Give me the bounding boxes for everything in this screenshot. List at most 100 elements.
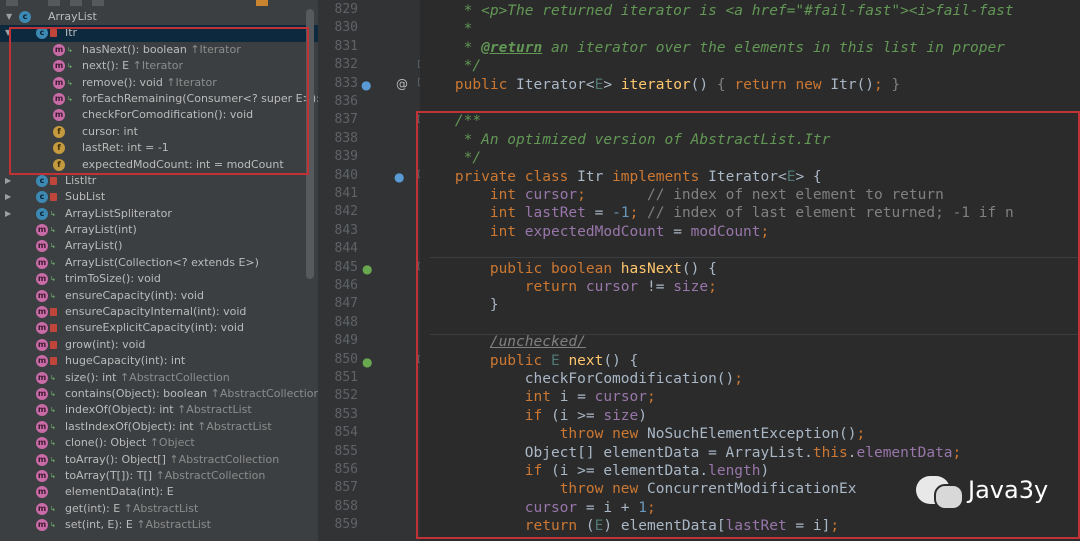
code-line[interactable]: * <p>The returned iterator is <a href="#… — [420, 2, 1014, 20]
collapse-arrow-icon[interactable]: ▼ — [6, 9, 16, 25]
tree-item[interactable]: m elementData(int): E — [0, 484, 318, 500]
tree-item[interactable]: m ↳ trimToSize(): void — [0, 271, 318, 287]
code-line[interactable]: * An optimized version of AbstractList.I… — [420, 131, 831, 149]
code-line[interactable]: } — [420, 296, 499, 314]
class-icon: c — [36, 174, 48, 187]
structure-panel: ▼ c ArrayList ▼ c Itr m ↳ hasNext(): boolean … — [0, 0, 318, 541]
tree-item[interactable]: m ↳ indexOf(Object): int ↑AbstractList — [0, 402, 318, 418]
code-line[interactable]: if (i >= size) — [420, 407, 647, 425]
code-line[interactable]: private class Itr implements Iterator<E>… — [420, 168, 822, 186]
tree-item-label: expectedModCount: int = modCount — [82, 157, 284, 171]
expand-arrow-icon[interactable]: ▶ — [5, 189, 15, 205]
code-line[interactable]: throw new ConcurrentModificationEx — [420, 480, 857, 498]
code-line[interactable]: /** — [420, 112, 481, 130]
tree-item[interactable]: f expectedModCount: int = modCount — [0, 157, 318, 173]
tree-item[interactable]: m ensureCapacityInternal(int): void — [0, 304, 318, 320]
overrides-marker-icon[interactable]: ● — [362, 355, 372, 369]
tree-item[interactable]: m checkForComodification(): void — [0, 107, 318, 123]
method-icon: m — [36, 486, 48, 499]
annotation-icon[interactable]: @ — [396, 77, 408, 91]
public-icon: ↳ — [50, 504, 56, 513]
show-inherited-icon[interactable] — [48, 0, 60, 6]
tree-item[interactable]: m ↳ ArrayList(int) — [0, 222, 318, 238]
code-line[interactable]: public E next() { — [420, 352, 638, 370]
code-line[interactable]: public Iterator<E> iterator() { return n… — [420, 76, 900, 94]
code-line[interactable]: int lastRet = -1; // index of last eleme… — [420, 204, 1014, 222]
show-fields-icon[interactable] — [70, 0, 82, 6]
public-icon: ↳ — [50, 258, 56, 267]
sort-icon[interactable] — [6, 0, 18, 6]
tree-item[interactable]: m ↳ clone(): Object ↑Object — [0, 435, 318, 451]
method-icon: m — [53, 43, 65, 56]
line-number: 846 — [334, 278, 358, 293]
autoscroll-icon[interactable] — [256, 0, 268, 6]
public-icon: ↳ — [50, 275, 56, 284]
line-number: 847 — [334, 296, 358, 312]
code-line[interactable]: Object[] elementData = ArrayList.this.el… — [420, 444, 962, 462]
private-lock-icon — [50, 176, 57, 185]
code-line[interactable]: cursor = i + 1; — [420, 499, 656, 517]
code-line[interactable]: */ — [420, 149, 481, 167]
line-number: 850 — [334, 351, 358, 367]
tree-item[interactable]: m↳ forEachRemaining(Consumer<? super E>):… — [0, 91, 318, 107]
tree-item-label: ArrayListSpliterator — [65, 206, 172, 220]
method-icon: m — [36, 404, 48, 417]
code-line[interactable]: if (i >= elementData.length) — [420, 462, 769, 480]
tree-item[interactable]: m ↳ ArrayList(Collection<? extends E>) — [0, 255, 318, 271]
code-line[interactable]: checkForComodification(); — [420, 370, 743, 388]
code-line[interactable]: int cursor; // index of next element to … — [420, 186, 944, 204]
code-line[interactable]: * — [420, 20, 473, 38]
tree-item[interactable]: m ↳ toArray(): Object[] ↑AbstractCollectio… — [0, 452, 318, 468]
tree-item[interactable]: m ensureExplicitCapacity(int): void — [0, 320, 318, 336]
expand-arrow-icon[interactable]: ▶ — [5, 206, 15, 222]
tree-item[interactable]: m ↳ hasNext(): boolean ↑Iterator — [0, 42, 318, 58]
code-line[interactable]: int i = cursor; — [420, 388, 656, 406]
method-icon: m — [36, 387, 48, 400]
tree-item[interactable]: m ↳ get(int): E ↑AbstractList — [0, 501, 318, 517]
code-line[interactable]: */ — [420, 57, 481, 75]
overrides-marker-icon[interactable]: ● — [362, 262, 372, 276]
tree-item[interactable]: m ↳ toArray(T[]): T[] ↑AbstractCollection — [0, 468, 318, 484]
tree-item[interactable]: ▼ c Itr — [0, 25, 318, 42]
tree-item[interactable]: ▶ c ↳ ArrayListSpliterator — [0, 206, 318, 222]
show-nonpublic-icon[interactable] — [92, 0, 104, 6]
tree-item[interactable]: m grow(int): void — [0, 337, 318, 353]
code-line[interactable]: * @return an iterator over the elements … — [420, 39, 1005, 57]
line-number: 849 — [334, 333, 358, 349]
code-line[interactable]: return cursor != size; — [420, 278, 717, 296]
tree-item-label: contains(Object): boolean ↑AbstractColle… — [65, 386, 318, 400]
structure-scrollbar[interactable] — [306, 9, 314, 279]
tree-item[interactable]: m ↳ ArrayList() — [0, 238, 318, 254]
tree-item-label: size(): int ↑AbstractCollection — [65, 370, 230, 384]
code-line[interactable]: /unchecked/ — [420, 333, 586, 351]
tree-item[interactable]: ▶ c SubList — [0, 189, 318, 205]
code-line[interactable]: return (E) elementData[lastRet = i]; — [420, 517, 839, 535]
tree-item[interactable]: m ↳ size(): int ↑AbstractCollection — [0, 370, 318, 386]
tree-item[interactable]: f lastRet: int = -1 — [0, 140, 318, 156]
code-editor[interactable]: * <p>The returned iterator is <a href="#… — [420, 0, 1080, 541]
tree-item-label: Itr — [65, 26, 78, 40]
tree-item[interactable]: m ↳ contains(Object): boolean ↑AbstractCol… — [0, 386, 318, 402]
tree-item[interactable]: m ↳ next(): E ↑Iterator — [0, 58, 318, 74]
class-icon: c — [19, 11, 31, 23]
tree-item-label: cursor: int — [82, 124, 138, 138]
code-line[interactable]: int expectedModCount = modCount; — [420, 223, 769, 241]
tree-item[interactable]: f cursor: int — [0, 124, 318, 140]
tree-item[interactable]: m ↳ set(int, E): E ↑AbstractList — [0, 517, 318, 533]
tree-item[interactable]: m hugeCapacity(int): int — [0, 353, 318, 369]
tree-item[interactable]: ▶ c ListItr — [0, 173, 318, 189]
private-lock-icon — [50, 324, 57, 333]
tree-item[interactable]: m ↳ lastIndexOf(Object): int ↑AbstractList — [0, 419, 318, 435]
code-line[interactable]: public boolean hasNext() { — [420, 260, 717, 278]
implements-marker-icon[interactable]: ● — [361, 78, 371, 92]
tree-item[interactable]: m ↳ remove(): void ↑Iterator — [0, 75, 318, 91]
tree-root[interactable]: ▼ c ArrayList — [0, 9, 318, 25]
code-line[interactable]: throw new NoSuchElementException(); — [420, 425, 866, 443]
expand-arrow-icon[interactable]: ▶ — [5, 173, 15, 189]
tree-item[interactable]: m ↳ ensureCapacity(int): void — [0, 288, 318, 304]
collapse-arrow-icon[interactable]: ▼ — [5, 25, 15, 41]
tree-item-label: ensureCapacity(int): void — [65, 288, 204, 302]
method-icon: m — [36, 224, 48, 237]
implements-marker-icon[interactable]: ● — [394, 170, 404, 184]
class-icon: c — [36, 27, 48, 40]
